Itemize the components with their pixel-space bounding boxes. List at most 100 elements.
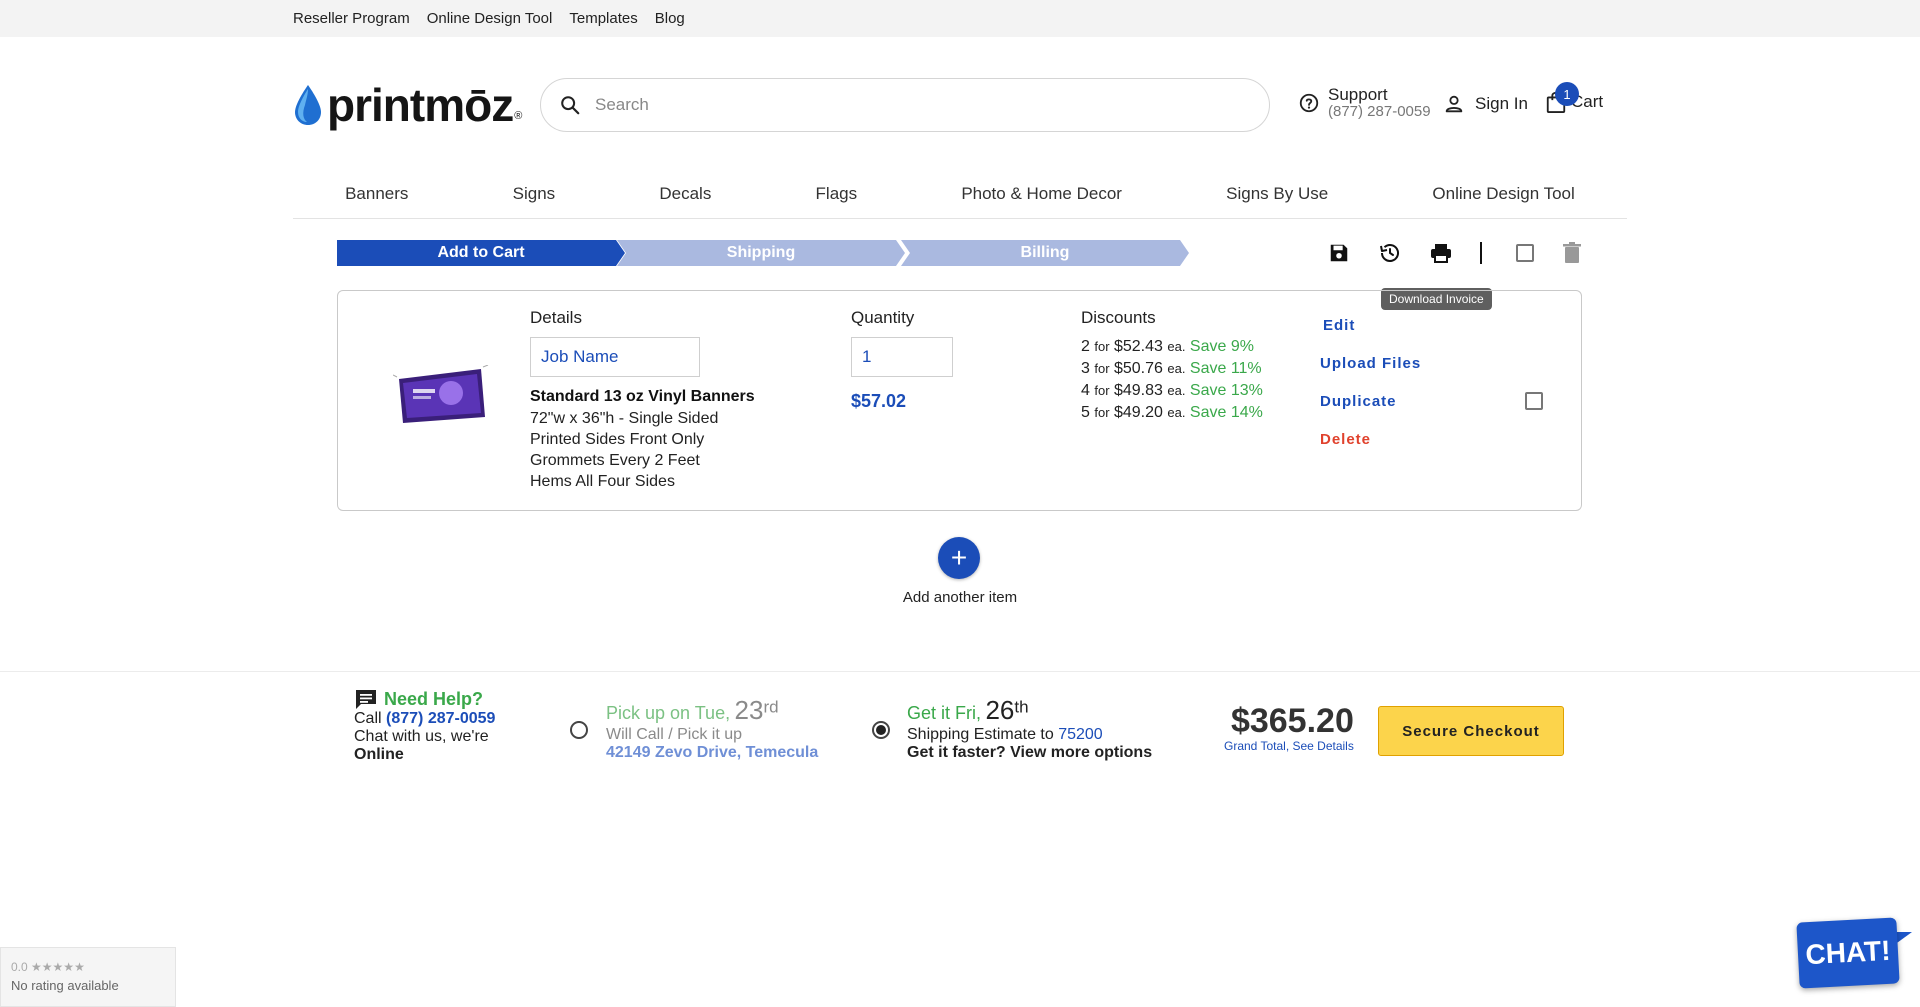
upload-files-button[interactable]: Upload Files <box>1320 355 1421 372</box>
select-all-checkbox[interactable] <box>1512 240 1538 266</box>
add-item-button[interactable]: + <box>938 537 980 579</box>
toolbar-divider <box>1480 242 1482 264</box>
site-logo[interactable]: printmōz ® <box>293 79 525 131</box>
discount-save: Save 13% <box>1189 382 1263 399</box>
rating-text: No rating available <box>11 978 119 993</box>
utility-links: Reseller Program Online Design Tool Temp… <box>293 0 685 37</box>
view-more-options-link[interactable]: Get it faster? View more options <box>907 744 1152 762</box>
pickup-prefix: Pick up on Tue, <box>606 703 731 723</box>
ship-zip-link[interactable]: 75200 <box>1058 726 1103 743</box>
need-help-block: Need Help? Call (877) 287-0059 Chat with… <box>354 688 495 764</box>
discounts-label: Discounts <box>1081 308 1156 327</box>
discount-row: 5 for $49.20 ea. Save 14% <box>1081 404 1263 422</box>
search-bar[interactable] <box>540 78 1270 132</box>
help-call-line: Call (877) 287-0059 <box>354 710 495 728</box>
duplicate-button[interactable]: Duplicate <box>1320 393 1397 410</box>
nav-item-decals[interactable]: Decals <box>659 184 711 204</box>
search-icon[interactable] <box>559 94 581 116</box>
support-phone: (877) 287-0059 <box>1328 103 1431 120</box>
nav-item-online-design-tool[interactable]: Online Design Tool <box>1432 184 1574 204</box>
step-billing[interactable]: Billing <box>901 240 1189 266</box>
sign-in-link[interactable]: Sign In <box>1443 93 1528 115</box>
quantity-label: Quantity <box>851 308 915 327</box>
support-link[interactable]: Support (877) 287-0059 <box>1298 86 1431 120</box>
utility-link-design-tool[interactable]: Online Design Tool <box>427 10 553 27</box>
support-text: Support (877) 287-0059 <box>1328 86 1431 120</box>
pickup-day: 23 <box>734 695 764 725</box>
delete-button[interactable]: Delete <box>1320 431 1371 448</box>
utility-link-templates[interactable]: Templates <box>569 10 637 27</box>
pickup-day-suffix: rd <box>763 697 779 717</box>
main-nav: Banners Signs Decals Flags Photo & Home … <box>293 170 1627 219</box>
shipping-option[interactable]: Get it Fri, 26th Shipping Estimate to 75… <box>907 695 1152 762</box>
discount-ea: ea. <box>1167 383 1186 398</box>
print-icon <box>1431 244 1451 263</box>
water-drop-logo-icon <box>295 85 321 125</box>
help-phone-link[interactable]: (877) 287-0059 <box>386 710 495 727</box>
discount-for: for <box>1094 383 1110 398</box>
utility-link-blog[interactable]: Blog <box>655 10 685 27</box>
rating-widget[interactable]: 0.0 ★★★★★ No rating available <box>0 947 176 1007</box>
job-name-input[interactable]: Job Name <box>530 337 700 377</box>
item-price: $57.02 <box>851 391 907 411</box>
nav-item-signs[interactable]: Signs <box>513 184 556 204</box>
help-chat-text: Chat with us, we're <box>354 728 489 745</box>
discount-row: 3 for $50.76 ea. Save 11% <box>1081 360 1262 378</box>
pickup-date-line: Pick up on Tue, 23rd <box>606 695 818 726</box>
chat-widget-button[interactable]: CHAT! <box>1796 917 1900 989</box>
discount-for: for <box>1094 405 1110 420</box>
user-icon <box>1445 95 1463 113</box>
item-select-checkbox[interactable] <box>1525 392 1543 410</box>
product-thumbnail[interactable] <box>393 365 489 429</box>
cart-count-badge: 1 <box>1555 82 1579 106</box>
download-invoice-button[interactable] <box>1428 240 1454 266</box>
product-title: Standard 13 oz Vinyl Banners <box>530 388 755 405</box>
nav-item-flags[interactable]: Flags <box>816 184 858 204</box>
discount-for: for <box>1094 361 1110 376</box>
help-circle-icon <box>1299 93 1319 113</box>
select-all-checkbox-box <box>1516 244 1534 262</box>
top-utility-bar: Reseller Program Online Design Tool Temp… <box>0 0 1920 37</box>
spec-printed-sides: Printed Sides Front Only <box>530 431 705 448</box>
edit-button[interactable]: Edit <box>1323 317 1355 334</box>
save-button[interactable] <box>1326 240 1352 266</box>
nav-item-photo-home-decor[interactable]: Photo & Home Decor <box>961 184 1122 204</box>
pickup-radio[interactable] <box>570 721 588 739</box>
nav-item-banners[interactable]: Banners <box>345 184 408 204</box>
pickup-address-link[interactable]: 42149 Zevo Drive, Temecula <box>606 744 818 762</box>
discount-ea: ea. <box>1167 361 1186 376</box>
discount-ea: ea. <box>1167 339 1186 354</box>
chat-bubble-icon <box>356 690 376 709</box>
delete-all-button[interactable] <box>1559 240 1585 266</box>
discount-price: $50.76 <box>1113 360 1163 377</box>
discount-qty: 4 <box>1081 382 1090 399</box>
ship-estimate-line: Shipping Estimate to 75200 <box>907 726 1152 744</box>
discount-for: for <box>1094 339 1110 354</box>
details-label: Details <box>530 308 582 327</box>
help-call-prefix: Call <box>354 710 382 727</box>
discount-save: Save 11% <box>1189 360 1262 377</box>
help-online-link[interactable]: Online <box>354 746 495 764</box>
step-shipping[interactable]: Shipping <box>617 240 905 266</box>
shipping-radio[interactable] <box>872 721 890 739</box>
discount-qty: 3 <box>1081 360 1090 377</box>
ship-estimate-prefix: Shipping Estimate to <box>907 726 1054 743</box>
search-input[interactable] <box>593 94 1269 116</box>
pickup-option[interactable]: Pick up on Tue, 23rd Will Call / Pick it… <box>606 695 818 762</box>
discount-price: $49.20 <box>1113 404 1163 421</box>
registered-mark: ® <box>514 110 523 122</box>
rating-stars-line: 0.0 ★★★★★ <box>11 960 165 974</box>
quantity-input[interactable]: 1 <box>851 337 953 377</box>
utility-link-reseller[interactable]: Reseller Program <box>293 10 410 27</box>
see-details-link[interactable]: Grand Total, See Details <box>1224 739 1354 753</box>
secure-checkout-button[interactable]: Secure Checkout <box>1378 706 1564 756</box>
grand-total-block: $365.20 Grand Total, See Details <box>1224 702 1354 753</box>
step-add-to-cart[interactable]: Add to Cart <box>337 240 625 266</box>
add-item-label[interactable]: Add another item <box>880 589 1040 606</box>
discount-price: $52.43 <box>1113 338 1163 355</box>
ship-day-suffix: th <box>1014 697 1029 717</box>
history-button[interactable] <box>1377 240 1403 266</box>
cart-link[interactable]: 1 Cart <box>1545 82 1603 114</box>
nav-item-signs-by-use[interactable]: Signs By Use <box>1226 184 1328 204</box>
discount-save: Save 14% <box>1189 404 1263 421</box>
